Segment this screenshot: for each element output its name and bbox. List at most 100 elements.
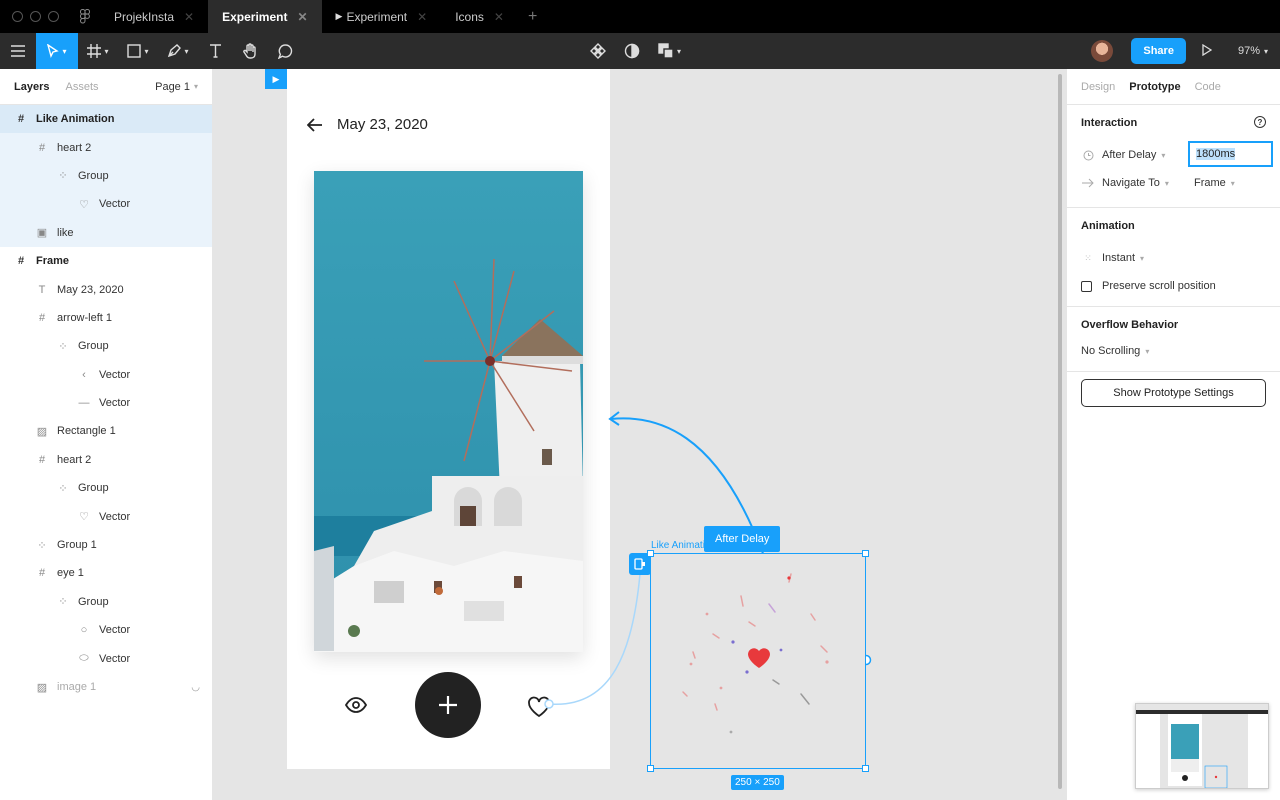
- prototype-settings-section: Show Prototype Settings: [1067, 379, 1280, 407]
- layer-item[interactable]: ▨ image 1 ◡: [0, 673, 212, 701]
- tab-icons[interactable]: Icons ✕: [441, 0, 518, 33]
- action-dropdown[interactable]: Navigate To ▾ Frame ▾: [1081, 169, 1266, 197]
- frame-icon: #: [17, 113, 25, 126]
- tab-layers[interactable]: Layers: [14, 81, 49, 93]
- animation-section: Animation ⁙ Instant ▾ Preserve scroll po…: [1067, 208, 1280, 307]
- layer-item[interactable]: — Vector: [0, 389, 212, 417]
- close-tab-icon[interactable]: ✕: [494, 10, 504, 24]
- chevron-down-icon: ▾: [1230, 178, 1235, 188]
- figma-logo-icon[interactable]: [70, 9, 100, 24]
- frame-icon: [87, 44, 102, 58]
- zoom-dropdown[interactable]: 97% ▾: [1238, 45, 1268, 57]
- show-prototype-settings-button[interactable]: Show Prototype Settings: [1081, 379, 1266, 407]
- help-icon[interactable]: ?: [1254, 116, 1266, 128]
- layer-item[interactable]: # eye 1: [0, 559, 212, 587]
- play-icon: [1202, 43, 1213, 56]
- layer-item[interactable]: ‹ Vector: [0, 361, 212, 389]
- chevron-down-icon: ▾: [62, 46, 67, 56]
- trigger-dropdown[interactable]: After Delay ▾ 1800ms: [1081, 141, 1273, 169]
- like-animation-frame[interactable]: [647, 550, 869, 772]
- share-button[interactable]: Share: [1131, 38, 1186, 64]
- layer-item[interactable]: # Like Animation: [0, 105, 212, 134]
- resize-handle[interactable]: [647, 765, 654, 772]
- resize-handle[interactable]: [862, 765, 869, 772]
- close-tab-icon[interactable]: ✕: [184, 10, 194, 24]
- animation-title: Animation: [1081, 220, 1135, 232]
- text-tool-button[interactable]: [198, 33, 232, 69]
- mask-button[interactable]: [624, 33, 640, 69]
- layer-item[interactable]: ⁘ Group 1: [0, 531, 212, 559]
- interaction-tag[interactable]: After Delay: [704, 526, 781, 552]
- layer-label: Vector: [99, 652, 131, 665]
- layer-item[interactable]: ⁘ Group: [0, 161, 212, 191]
- tab-experiment[interactable]: Experiment ✕: [208, 0, 322, 33]
- main-menu-button[interactable]: [0, 33, 36, 69]
- properties-tabs: Design Prototype Code: [1067, 69, 1280, 105]
- close-tab-icon[interactable]: ✕: [417, 10, 427, 24]
- tab-assets[interactable]: Assets: [65, 81, 98, 93]
- layer-item[interactable]: # heart 2: [0, 446, 212, 474]
- move-tool-button[interactable]: ▾: [36, 33, 78, 69]
- layer-item[interactable]: # heart 2: [0, 133, 212, 162]
- component-button[interactable]: [590, 33, 606, 69]
- comment-tool-button[interactable]: [268, 33, 302, 69]
- avatar[interactable]: [1091, 40, 1114, 62]
- layer-label: arrow-left 1: [57, 311, 113, 324]
- close-window-icon[interactable]: [12, 11, 23, 22]
- line-vector-icon: —: [78, 397, 90, 410]
- tab-code[interactable]: Code: [1195, 81, 1221, 93]
- layer-item[interactable]: ⬭ Vector: [0, 644, 212, 672]
- tab-experiment-prototype[interactable]: ▶ Experiment ✕: [322, 0, 442, 33]
- hidden-eye-icon[interactable]: ◡: [191, 682, 200, 693]
- delay-input[interactable]: 1800ms: [1188, 141, 1273, 167]
- layer-item[interactable]: ♡ Vector: [0, 502, 212, 530]
- preserve-scroll-checkbox[interactable]: Preserve scroll position: [1081, 272, 1266, 300]
- animation-type-dropdown[interactable]: ⁙ Instant ▾: [1081, 244, 1266, 272]
- overflow-dropdown[interactable]: No Scrolling ▾: [1081, 337, 1266, 365]
- minimize-window-icon[interactable]: [30, 11, 41, 22]
- resize-handle[interactable]: [647, 550, 654, 557]
- properties-panel: Design Prototype Code Interaction ? Afte…: [1066, 69, 1280, 800]
- page-selector[interactable]: Page 1 ▾: [155, 81, 198, 93]
- layer-item[interactable]: ▨ Rectangle 1: [0, 417, 212, 445]
- layer-item[interactable]: ⁘ Group: [0, 474, 212, 502]
- pen-icon: [168, 44, 182, 58]
- minimap-preview[interactable]: [1135, 703, 1269, 789]
- tab-projekinsta[interactable]: ProjekInsta ✕: [100, 0, 208, 33]
- layer-item[interactable]: # arrow-left 1: [0, 304, 212, 332]
- hand-tool-button[interactable]: [232, 33, 268, 69]
- layer-item[interactable]: ▣ like: [0, 218, 212, 247]
- layer-list: # Like Animation # heart 2 ⁘ Group ♡ Vector ▣ lik…: [0, 105, 212, 701]
- layer-item[interactable]: ⁘ Group: [0, 588, 212, 616]
- canvas[interactable]: ▶ May 23, 2020 Like Animation After Dela…: [213, 69, 1066, 800]
- maximize-window-icon[interactable]: [48, 11, 59, 22]
- layer-item[interactable]: T May 23, 2020: [0, 275, 212, 303]
- tab-design[interactable]: Design: [1081, 81, 1115, 93]
- layer-item[interactable]: # Frame: [0, 247, 212, 275]
- chevron-down-icon: ▾: [104, 46, 109, 56]
- image-icon: ▨: [36, 425, 48, 438]
- vertical-scrollbar[interactable]: [1058, 74, 1062, 789]
- layer-item[interactable]: ○ Vector: [0, 616, 212, 644]
- layer-item[interactable]: ♡ Vector: [0, 190, 212, 219]
- component-icon: ▣: [36, 227, 48, 240]
- layer-item[interactable]: ⁘ Group: [0, 332, 212, 360]
- close-tab-icon[interactable]: ✕: [297, 10, 307, 24]
- shape-tool-button[interactable]: ▾: [118, 33, 158, 69]
- destination-dropdown[interactable]: Frame ▾: [1194, 177, 1235, 189]
- frame-tool-button[interactable]: ▾: [78, 33, 118, 69]
- chevron-down-icon: ▾: [1140, 253, 1145, 263]
- pen-tool-button[interactable]: ▾: [158, 33, 198, 69]
- group-icon: ⁘: [58, 596, 68, 609]
- play-icon: ▶: [335, 11, 343, 21]
- window-controls[interactable]: [0, 11, 70, 22]
- layer-label: Frame: [36, 255, 70, 268]
- toolbar-right: Share 97% ▾: [1091, 33, 1280, 69]
- resize-handle[interactable]: [862, 550, 869, 557]
- checkbox[interactable]: [1081, 280, 1092, 292]
- tab-prototype[interactable]: Prototype: [1129, 81, 1180, 93]
- present-button[interactable]: [1202, 43, 1216, 59]
- hand-icon: [242, 43, 256, 59]
- boolean-button[interactable]: ▾: [658, 33, 681, 69]
- add-tab-icon[interactable]: +: [518, 8, 547, 26]
